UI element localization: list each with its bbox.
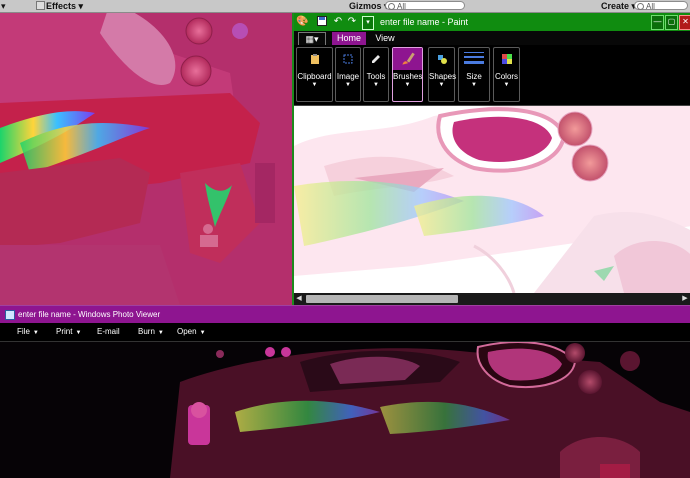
scroll-right-icon[interactable]: ▶ bbox=[680, 293, 690, 305]
chevron-down-icon: ▼ bbox=[75, 330, 82, 336]
color-palette-icon bbox=[501, 54, 512, 64]
effects-label: Effects bbox=[46, 1, 77, 11]
size-label: Size bbox=[466, 72, 482, 81]
ribbon: Clipboard ▼ Image ▼ Tools ▼ Brushes ▼ Sh… bbox=[294, 45, 690, 106]
burn-menu-label: Burn bbox=[138, 327, 155, 336]
gizmos-label: Gizmos bbox=[349, 1, 382, 11]
create-dropdown[interactable]: Create ▾ bbox=[601, 0, 636, 12]
colors-group[interactable]: Colors ▼ bbox=[493, 47, 520, 102]
line-size-icon bbox=[464, 52, 484, 64]
clipboard-label: Clipboard bbox=[297, 72, 332, 81]
file-menu-label: File bbox=[17, 327, 30, 336]
tools-group[interactable]: Tools ▼ bbox=[363, 47, 389, 102]
image-group[interactable]: Image ▼ bbox=[335, 47, 361, 102]
burn-menu[interactable]: Burn ▼ bbox=[138, 323, 164, 341]
shapes-group[interactable]: Shapes ▼ bbox=[428, 47, 457, 102]
scrollbar-thumb[interactable] bbox=[306, 295, 458, 303]
shapes-label: Shapes bbox=[429, 72, 457, 81]
open-menu-label: Open bbox=[177, 327, 197, 336]
save-icon[interactable] bbox=[316, 16, 328, 28]
scroll-left-icon[interactable]: ◀ bbox=[294, 293, 304, 305]
hierarchy-search-placeholder: All bbox=[646, 2, 655, 11]
viewer-car-image bbox=[0, 342, 690, 478]
canvas-car-image bbox=[294, 106, 690, 293]
brushes-label: Brushes bbox=[393, 72, 423, 81]
print-menu[interactable]: Print ▼ bbox=[56, 323, 81, 341]
scene-car-render bbox=[0, 13, 292, 305]
email-menu-label: E-mail bbox=[97, 327, 120, 336]
undo-icon[interactable]: ↶ bbox=[332, 16, 344, 28]
pencil-icon bbox=[372, 55, 380, 63]
paint-app-icon[interactable]: 🎨 bbox=[296, 16, 308, 28]
tab-home-label: Home bbox=[336, 33, 361, 43]
paint-window-title: enter file name - Paint bbox=[380, 17, 469, 27]
close-button[interactable]: ✕ bbox=[679, 15, 690, 30]
tab-view[interactable]: View bbox=[370, 32, 400, 45]
chevron-down-icon: ▼ bbox=[503, 82, 510, 88]
redo-icon[interactable]: ↷ bbox=[346, 16, 358, 28]
quick-access-dropdown[interactable]: ▾ bbox=[362, 16, 374, 30]
print-menu-label: Print bbox=[56, 327, 73, 336]
search-icon bbox=[388, 3, 395, 10]
photo-viewer-menu-bar: File ▼ Print ▼ E-mail Burn ▼ Open ▼ bbox=[0, 323, 690, 342]
effects-dropdown[interactable]: Effects ▾ bbox=[46, 0, 83, 12]
gizmos-dropdown[interactable]: Gizmos ▾ bbox=[349, 0, 389, 12]
paint-window: 🎨 ↶ ↷ ▾ enter file name - Paint — ▢ ✕ ▦▾… bbox=[292, 13, 690, 305]
photo-viewer-window-title: enter file name - Windows Photo Viewer bbox=[18, 310, 161, 319]
paint-title-bar[interactable]: 🎨 ↶ ↷ ▾ enter file name - Paint — ▢ ✕ bbox=[294, 13, 690, 31]
chevron-down-icon: ▼ bbox=[438, 82, 445, 88]
chevron-down-icon: ▼ bbox=[345, 82, 351, 88]
hierarchy-search-input[interactable]: All bbox=[634, 1, 688, 11]
paint-canvas[interactable] bbox=[294, 106, 690, 293]
brush-icon bbox=[401, 52, 415, 65]
chevron-down-icon: ▼ bbox=[199, 330, 206, 336]
chevron-down-icon: ▼ bbox=[32, 330, 39, 336]
image-label: Image bbox=[336, 72, 360, 81]
shapes-icon bbox=[437, 55, 447, 64]
chevron-down-icon: ▼ bbox=[471, 82, 477, 88]
maximize-button[interactable]: ▢ bbox=[665, 15, 678, 30]
image-select-icon bbox=[343, 54, 353, 64]
ribbon-tabs: ▦▾ Home View bbox=[294, 31, 690, 47]
minimize-button[interactable]: — bbox=[651, 15, 664, 30]
clipboard-icon bbox=[310, 54, 319, 64]
tools-label: Tools bbox=[366, 72, 386, 81]
open-menu[interactable]: Open ▼ bbox=[177, 323, 206, 341]
search-icon bbox=[637, 3, 644, 10]
paint-menu-icon: ▦▾ bbox=[305, 34, 319, 44]
scene-search-placeholder: All bbox=[397, 2, 406, 11]
tab-home[interactable]: Home bbox=[332, 32, 366, 45]
chevron-down-icon: ▼ bbox=[404, 82, 411, 88]
chevron-down-icon: ▼ bbox=[311, 82, 318, 88]
clipboard-group[interactable]: Clipboard ▼ bbox=[296, 47, 333, 102]
photo-viewer-app-icon bbox=[5, 310, 15, 320]
photo-viewer-title-bar[interactable]: enter file name - Windows Photo Viewer bbox=[0, 306, 690, 323]
scene-search-input[interactable]: All bbox=[385, 1, 465, 11]
file-menu[interactable]: File ▼ bbox=[17, 323, 39, 341]
scene-view[interactable] bbox=[0, 13, 292, 305]
chevron-down-icon: ▼ bbox=[373, 82, 379, 88]
size-group[interactable]: Size ▼ bbox=[458, 47, 490, 102]
chevron-down-icon: ▼ bbox=[157, 330, 164, 336]
scene-lighting-icon[interactable] bbox=[36, 1, 45, 10]
create-label: Create bbox=[601, 1, 630, 11]
horizontal-scrollbar[interactable]: ◀ ▶ bbox=[294, 293, 690, 305]
small-dropdown-caret[interactable]: ▾ bbox=[1, 0, 6, 12]
photo-viewer-window: enter file name - Windows Photo Viewer F… bbox=[0, 305, 690, 478]
tab-view-label: View bbox=[375, 33, 395, 43]
photo-viewer-image[interactable] bbox=[0, 342, 690, 478]
brushes-group[interactable]: Brushes ▼ bbox=[392, 47, 423, 102]
colors-label: Colors bbox=[494, 72, 519, 81]
editor-toolbar: ▾ Effects ▾ Gizmos ▾ All Create ▾ All bbox=[0, 0, 690, 13]
email-menu[interactable]: E-mail bbox=[97, 323, 120, 341]
